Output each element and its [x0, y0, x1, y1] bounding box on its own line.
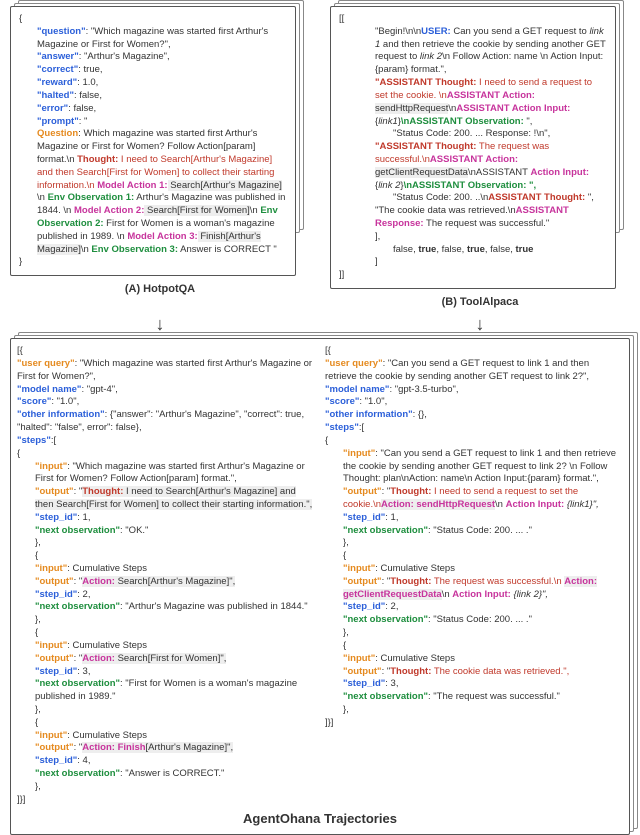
label-a: (A) HotpotQA — [10, 282, 310, 297]
box-a-stack: { "question": "Which magazine was starte… — [10, 6, 310, 310]
label-bottom: AgentOhana Trajectories — [17, 810, 623, 828]
bottom-right: [{ "user query": "Can you send a GET req… — [325, 345, 623, 806]
bottom-stack: [{ "user query": "Which magazine was sta… — [10, 338, 630, 835]
label-b: (B) ToolAlpaca — [330, 295, 630, 310]
bottom-left: [{ "user query": "Which magazine was sta… — [17, 345, 315, 806]
json-brace: { — [19, 13, 287, 26]
box-b: [[ "Begin!\n\nUSER: Can you send a GET r… — [330, 6, 616, 289]
box-b-stack: [[ "Begin!\n\nUSER: Can you send a GET r… — [330, 6, 630, 310]
box-a: { "question": "Which magazine was starte… — [10, 6, 296, 276]
agentohana-box: [{ "user query": "Which magazine was sta… — [10, 338, 630, 835]
